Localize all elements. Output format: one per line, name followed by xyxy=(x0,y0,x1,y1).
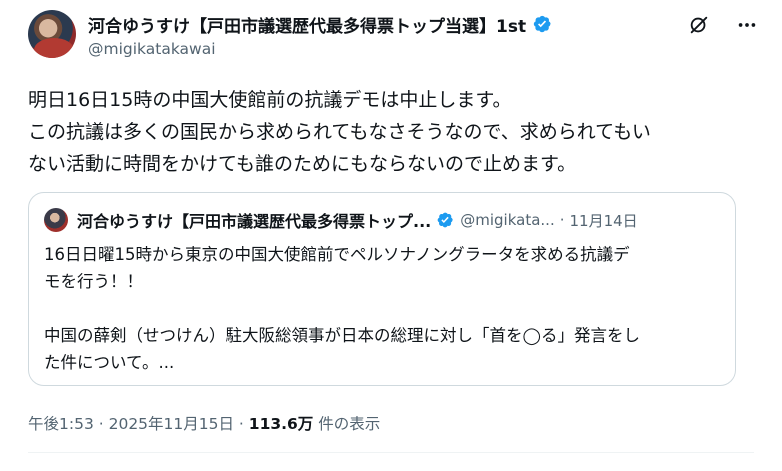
quoted-text-line: 16日日曜15時から東京の中国大使館前でペルソナノングラータを求める抗議デ xyxy=(44,245,630,264)
quoted-tweet[interactable]: 河合ゆうすけ【戸田市議選歴代最多得票トップ... @migikata... · … xyxy=(28,192,736,386)
meta-separator: · xyxy=(93,415,109,433)
quoted-display-name[interactable]: 河合ゆうすけ【戸田市議選歴代最多得票トップ... xyxy=(77,208,431,232)
views-label: 件の表示 xyxy=(313,415,381,433)
author-handle[interactable]: @migikatakawai xyxy=(88,40,692,60)
quoted-separator: · xyxy=(559,211,565,229)
tweet-text-line: ない活動に時間をかけても誰のためにもならないので止めます。 xyxy=(28,153,577,175)
quoted-text: 16日日曜15時から東京の中国大使館前でペルソナノングラータを求める抗議デ モを… xyxy=(44,241,724,376)
verified-badge-icon[interactable] xyxy=(532,14,552,34)
author-avatar[interactable] xyxy=(28,10,76,58)
tweet-meta: 午後1:53 · 2025年11月15日 · 113.6万 件の表示 xyxy=(28,412,380,434)
post-time[interactable]: 午後1:53 xyxy=(28,415,94,433)
quoted-date[interactable]: 11月14日 xyxy=(570,210,638,231)
author-name-row: 河合ゆうすけ【戸田市議選歴代最多得票トップ当選】1st xyxy=(88,12,692,37)
views-count[interactable]: 113.6万 xyxy=(249,415,314,433)
post-date[interactable]: 2025年11月15日 xyxy=(109,415,234,433)
tweet: 河合ゆうすけ【戸田市議選歴代最多得票トップ当選】1st @migikatakaw… xyxy=(0,0,782,471)
quoted-text-line: た件について。... xyxy=(44,353,175,372)
quoted-handle[interactable]: @migikata... xyxy=(460,211,554,229)
divider xyxy=(28,452,754,453)
quoted-text-line: 中国の薛剣（せつけん）駐大阪総領事が日本の総理に対し「首を◯る」発言をし xyxy=(44,326,640,345)
tweet-text: 明日16日15時の中国大使館前の抗議デモは中止します。 この抗議は多くの国民から… xyxy=(28,84,748,180)
grok-icon[interactable] xyxy=(688,14,710,36)
more-icon[interactable] xyxy=(736,14,758,36)
quoted-author-avatar[interactable] xyxy=(44,208,68,232)
quoted-header: 河合ゆうすけ【戸田市議選歴代最多得票トップ... @migikata... · … xyxy=(77,207,721,233)
tweet-text-line: この抗議は多くの国民から求められてもなさそうなので、求められてもい xyxy=(28,121,651,143)
quoted-verified-badge-icon xyxy=(437,212,453,228)
author-display-name[interactable]: 河合ゆうすけ【戸田市議選歴代最多得票トップ当選】1st xyxy=(88,12,526,37)
quoted-text-line: モを行う！！ xyxy=(44,272,143,291)
top-actions xyxy=(688,14,758,36)
author-block: 河合ゆうすけ【戸田市議選歴代最多得票トップ当選】1st @migikatakaw… xyxy=(88,12,692,60)
tweet-text-line: 明日16日15時の中国大使館前の抗議デモは中止します。 xyxy=(28,89,512,111)
meta-separator: · xyxy=(234,415,249,433)
